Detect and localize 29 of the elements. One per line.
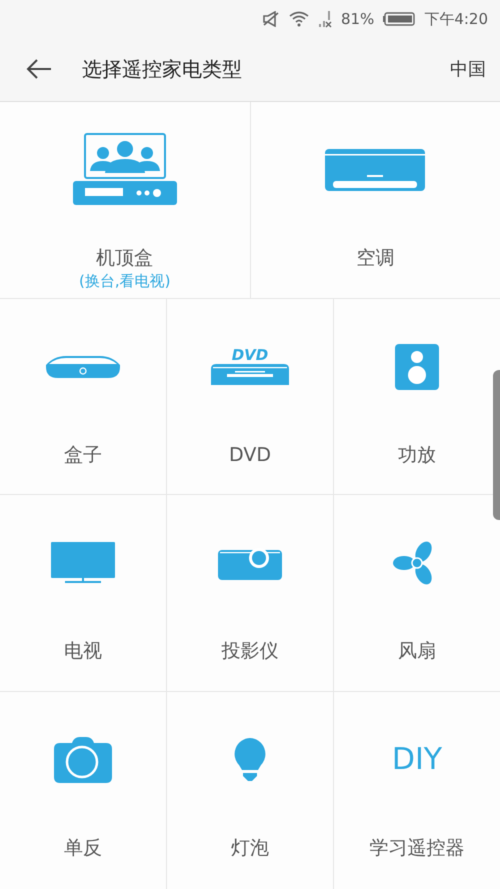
diy-icon: DIY xyxy=(392,745,442,776)
appliance-label: 投影仪 xyxy=(222,639,278,664)
region-button[interactable]: 中国 xyxy=(450,56,486,83)
appliance-label: 功放 xyxy=(398,442,436,467)
speaker-icon xyxy=(395,344,439,390)
appliance-label: 盒子 xyxy=(64,442,102,467)
battery-percent: 81% xyxy=(340,8,374,30)
light-bulb-icon xyxy=(234,738,266,782)
air-conditioner-icon xyxy=(325,148,426,191)
appliance-label: 风扇 xyxy=(398,639,436,664)
signal-icon xyxy=(318,10,332,28)
appliance-label: 空调 xyxy=(356,246,394,270)
appliance-hint: (换台,看电视) xyxy=(79,270,170,292)
appliance-label: DVD xyxy=(229,442,271,467)
back-arrow-icon xyxy=(26,58,52,80)
battery-icon xyxy=(383,12,416,26)
camera-icon xyxy=(54,737,112,784)
appliance-label: 灯泡 xyxy=(231,836,269,860)
appliance-label: 单反 xyxy=(64,836,102,860)
mute-icon xyxy=(262,10,280,27)
tv-set-top-box-icon xyxy=(72,132,177,207)
appliance-label: 电视 xyxy=(64,639,102,664)
tv-icon xyxy=(51,542,115,584)
wifi-icon xyxy=(288,10,309,27)
clock-time: 下午4:20 xyxy=(424,8,488,30)
appliance-label: 学习遥控器 xyxy=(370,836,464,860)
appliance-label: 机顶盒 xyxy=(96,246,154,270)
media-box-icon xyxy=(46,354,120,379)
page-title: 选择遥控家电类型 xyxy=(82,56,242,84)
